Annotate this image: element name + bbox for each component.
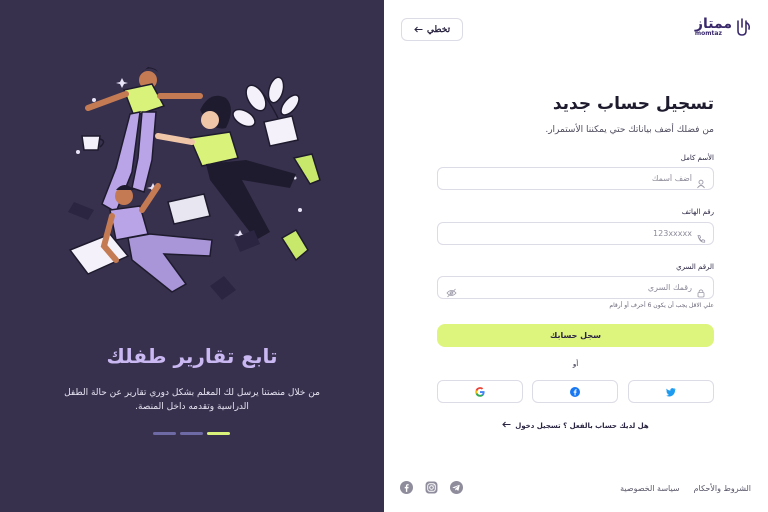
lock-icon <box>696 283 706 297</box>
password-field[interactable] <box>437 276 714 299</box>
phone-icon <box>696 229 706 243</box>
password-hint: علي الاقل يجب أن يكون 6 أحرف أو أرقام <box>609 302 714 309</box>
google-icon <box>475 386 485 397</box>
skip-button[interactable]: تخطي <box>401 18 463 41</box>
register-button[interactable]: سجل حسابك <box>437 324 714 347</box>
brand-logo[interactable]: ممتاز momtaz <box>695 17 751 37</box>
password-input[interactable] <box>445 283 696 292</box>
arrow-left-icon <box>502 421 511 431</box>
phone-label: رقم الهاتف <box>681 208 714 216</box>
user-icon <box>696 174 706 188</box>
facebook-icon[interactable] <box>400 481 413 494</box>
eye-off-icon[interactable] <box>446 283 457 298</box>
page-subtitle: من فضلك أضف بياناتك حتي يمكننا الأستمرار… <box>545 125 714 135</box>
page-title: تسجيل حساب جديد <box>552 94 714 114</box>
password-label: الرقم السري <box>676 263 714 271</box>
carousel-dot-active[interactable] <box>207 432 230 435</box>
full-name-field[interactable] <box>437 167 714 190</box>
hero-description: من خلال منصتنا يرسل لك المعلم بشكل دوري … <box>64 388 320 412</box>
arrow-left-icon <box>414 25 423 35</box>
twitter-signup-button[interactable] <box>628 380 714 403</box>
floating-people-illustration <box>68 67 321 300</box>
cup-illustration <box>81 135 105 151</box>
phone-input[interactable] <box>445 229 696 238</box>
login-link-text: هل لديك حساب بالفعل ؟ تسجيل دخول <box>515 422 649 430</box>
privacy-link[interactable]: سياسة الخصوصية <box>620 484 679 493</box>
plant-illustration <box>232 76 300 147</box>
telegram-icon[interactable] <box>450 481 463 494</box>
brand-name-en: momtaz <box>694 30 722 37</box>
carousel-dot[interactable] <box>153 432 176 435</box>
skip-label: تخطي <box>426 24 451 34</box>
full-name-label: الأسم كامل <box>680 154 714 162</box>
twitter-icon <box>666 387 676 396</box>
login-link[interactable]: هل لديك حساب بالفعل ؟ تسجيل دخول <box>437 421 714 431</box>
signup-panel: تخطي ممتاز momtaz تسجيل حساب جديد من فضل… <box>384 0 768 512</box>
onboarding-panel: تابع تقارير طفلك من خلال منصتنا يرسل لك … <box>0 0 384 512</box>
terms-link[interactable]: الشروط والأحكام <box>694 484 751 493</box>
instagram-icon[interactable] <box>425 481 438 494</box>
hero-title: تابع تقارير طفلك <box>106 344 278 368</box>
facebook-signup-button[interactable] <box>532 380 618 403</box>
footer-social-icons <box>400 481 463 494</box>
carousel-dot[interactable] <box>180 432 203 435</box>
google-signup-button[interactable] <box>437 380 523 403</box>
or-divider: أو <box>572 360 579 368</box>
phone-field[interactable] <box>437 222 714 245</box>
full-name-input[interactable] <box>445 174 696 183</box>
footer-links: الشروط والأحكام سياسة الخصوصية <box>620 484 751 493</box>
brand-name-ar: ممتاز <box>694 16 732 32</box>
logo-mark-icon <box>737 18 751 36</box>
facebook-icon <box>570 386 580 397</box>
carousel-indicators <box>153 432 230 435</box>
